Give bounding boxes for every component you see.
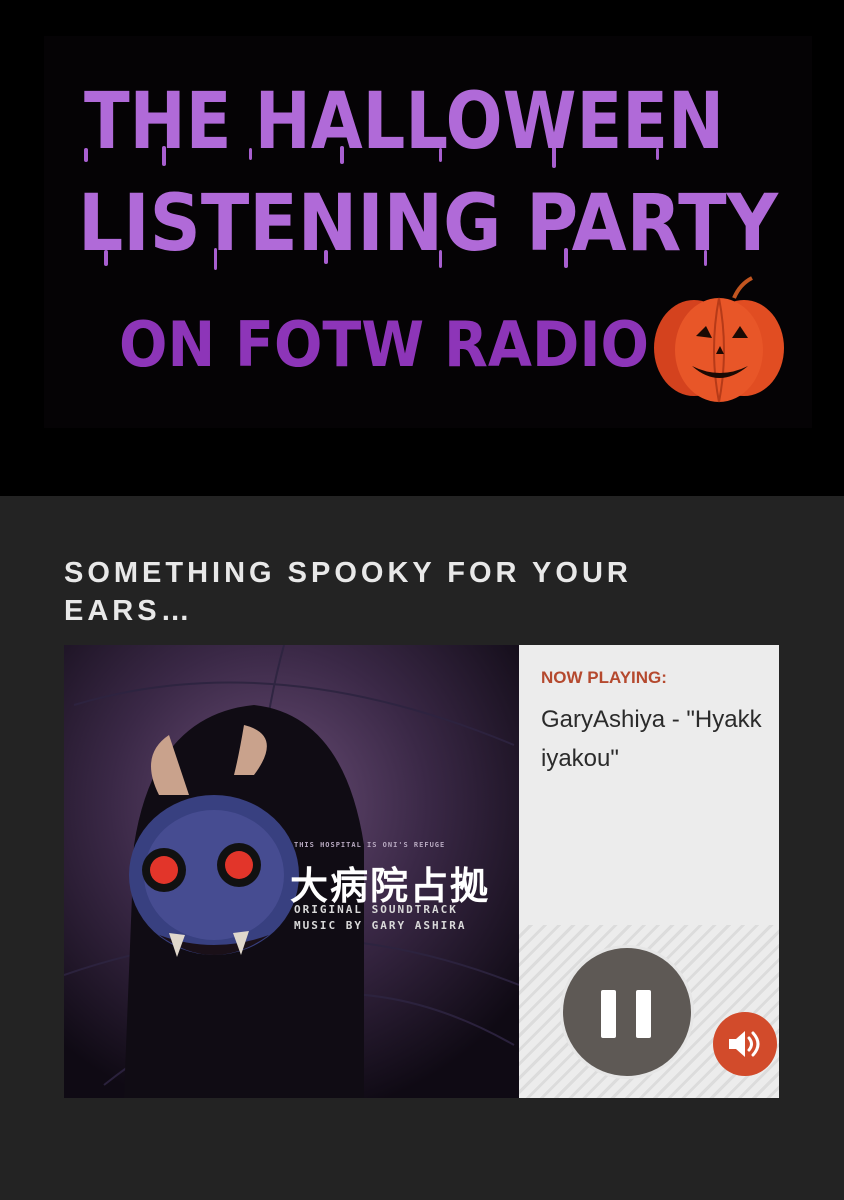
album-subtitle-1: ORIGINAL SOUNDTRACK bbox=[294, 903, 458, 916]
album-subtitle-2: MUSIC BY GARY ASHIRA bbox=[294, 919, 467, 932]
track-title: GaryAshiya - "Hyakkiyakou" bbox=[541, 706, 762, 772]
radio-player: THIS HOSPITAL IS ONI'S REFUGE 大病院占拠 ORIG… bbox=[64, 645, 779, 1098]
now-playing-label: NOW PLAYING: bbox=[541, 668, 667, 687]
section-heading: SOMETHING SPOOKY FOR YOUR EARS… bbox=[64, 557, 632, 627]
banner-line-1: THE HALLOWEEN bbox=[84, 77, 724, 167]
now-playing-panel: NOW PLAYING: GaryAshiya - "Hyakkiyakou" bbox=[519, 645, 779, 1098]
banner-line-3: ON FOTW RADIO bbox=[119, 308, 649, 381]
jack-o-lantern-icon bbox=[654, 276, 784, 403]
volume-button[interactable] bbox=[713, 1012, 777, 1076]
pause-button[interactable] bbox=[563, 948, 691, 1076]
banner-image: THE HALLOWEEN LISTENING PARTY ON FOTW RA… bbox=[44, 36, 812, 428]
album-art: THIS HOSPITAL IS ONI'S REFUGE 大病院占拠 ORIG… bbox=[64, 645, 519, 1098]
player-controls bbox=[519, 925, 779, 1098]
speaker-icon bbox=[729, 1031, 760, 1057]
album-title: 大病院占拠 bbox=[290, 864, 491, 908]
album-tagline: THIS HOSPITAL IS ONI'S REFUGE bbox=[294, 841, 446, 849]
banner-line-2: LISTENING PARTY bbox=[78, 179, 779, 269]
banner: THE HALLOWEEN LISTENING PARTY ON FOTW RA… bbox=[0, 0, 844, 496]
